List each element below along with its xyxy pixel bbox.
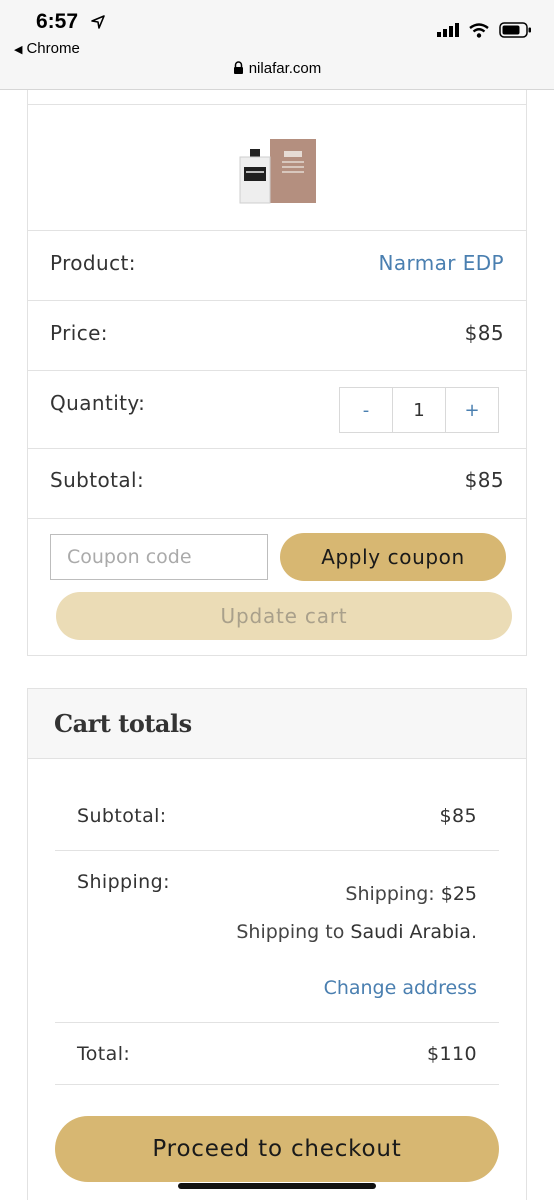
- address-bar[interactable]: nilafar.com: [0, 60, 554, 77]
- product-label: Product:: [50, 251, 136, 275]
- quantity-label: Quantity:: [50, 391, 146, 415]
- proceed-to-checkout-button[interactable]: Proceed to checkout: [55, 1116, 499, 1182]
- total-label: Total:: [77, 1043, 131, 1065]
- cart-item-table: Product: Narmar EDP Price: $85 Quantity:…: [27, 90, 527, 656]
- price-label: Price:: [50, 321, 108, 345]
- ship-to-suffix: .: [470, 921, 477, 943]
- price-row: Price: $85: [28, 301, 526, 371]
- quantity-plus-button[interactable]: +: [446, 388, 498, 432]
- signal-icon: [437, 23, 459, 37]
- total-value: $110: [427, 1043, 477, 1065]
- totals-shipping-row: Shipping: Shipping: $25 Shipping to Saud…: [55, 851, 499, 1023]
- status-bar: 6:57 ◀ Chrome nilafar.com: [0, 0, 554, 90]
- back-to-app-link[interactable]: ◀ Chrome: [14, 40, 80, 57]
- subtotal-row: Subtotal: $85: [28, 449, 526, 519]
- wifi-icon: [469, 22, 489, 38]
- ship-to-prefix: Shipping to: [236, 921, 351, 943]
- home-indicator[interactable]: [178, 1183, 376, 1189]
- battery-icon: [499, 22, 531, 38]
- back-triangle-icon: ◀: [14, 44, 23, 56]
- totals-total-row: Total: $110: [55, 1023, 499, 1085]
- product-thumbnail[interactable]: [238, 137, 318, 205]
- product-row: Product: Narmar EDP: [28, 231, 526, 301]
- shipping-destination-line: Shipping to Saudi Arabia.: [236, 913, 477, 951]
- cart-totals-title: Cart totals: [54, 709, 192, 738]
- change-address-link[interactable]: Change address: [324, 977, 477, 999]
- shipping-cost: $25: [440, 883, 477, 905]
- quantity-row: Quantity: - 1 +: [28, 371, 526, 449]
- shipping-prefix: Shipping:: [345, 883, 441, 905]
- totals-subtotal-label: Subtotal:: [77, 805, 167, 827]
- product-name-link[interactable]: Narmar EDP: [378, 251, 504, 275]
- url-text: nilafar.com: [248, 60, 322, 77]
- shipping-details: Shipping: $25 Shipping to Saudi Arabia.: [236, 875, 477, 951]
- quantity-input[interactable]: 1: [392, 388, 446, 432]
- subtotal-label: Subtotal:: [50, 468, 145, 492]
- ship-to-country: Saudi Arabia: [350, 921, 471, 943]
- update-cart-button[interactable]: Update cart: [56, 592, 512, 640]
- clock-time: 6:57: [36, 10, 79, 33]
- product-image-row: [28, 105, 526, 231]
- apply-coupon-button[interactable]: Apply coupon: [280, 533, 506, 581]
- quantity-minus-button[interactable]: -: [340, 388, 392, 432]
- price-value: $85: [464, 321, 504, 345]
- totals-subtotal-value: $85: [439, 805, 477, 827]
- quantity-stepper: - 1 +: [339, 387, 499, 433]
- lock-icon: [233, 61, 243, 74]
- subtotal-value: $85: [464, 468, 504, 492]
- totals-subtotal-row: Subtotal: $85: [55, 781, 499, 851]
- cart-totals-header: Cart totals: [28, 689, 526, 759]
- location-arrow-icon: [91, 15, 105, 29]
- shipping-label: Shipping:: [77, 871, 170, 893]
- shipping-cost-line: Shipping: $25: [236, 875, 477, 913]
- back-app-label: Chrome: [26, 40, 80, 57]
- coupon-code-input[interactable]: Coupon code: [50, 534, 268, 580]
